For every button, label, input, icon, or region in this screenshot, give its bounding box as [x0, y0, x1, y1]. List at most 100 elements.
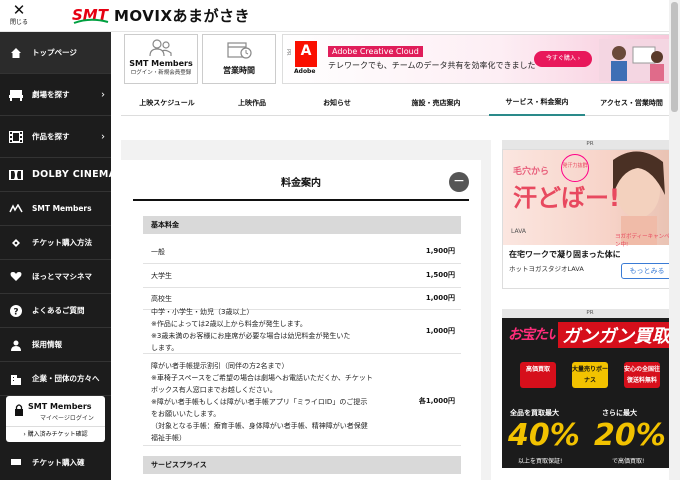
- question-icon: ?: [9, 304, 23, 318]
- section-header-basic: 基本料金: [143, 216, 461, 234]
- price-row: 一般 1,900円: [143, 240, 461, 264]
- title-divider: [133, 199, 469, 201]
- sidebar-item-label: 企業・団体の方々へ: [32, 374, 100, 383]
- adobe-logo: A: [295, 41, 317, 67]
- scrollbar-thumb[interactable]: [671, 2, 678, 112]
- members-card-sub: ログイン・新規会員登録: [130, 70, 192, 76]
- price-value: 1,000円: [425, 327, 455, 335]
- price-label: 中学・小学生・幼児（3歳以上） ※作品によっては2歳以上から料金が発生します。 …: [151, 308, 351, 352]
- dolby-icon: [9, 168, 23, 182]
- chevron-right-icon: ›: [101, 89, 105, 100]
- purchased-tickets-label: 購入済みチケット確認: [27, 431, 88, 438]
- price-row: 障がい者手帳提示割引（同伴の方2名まで） ※車椅子スペースをご希望の場合は劇場へ…: [143, 356, 461, 446]
- smt-logo[interactable]: SMT: [70, 3, 110, 27]
- sidebar-item-top[interactable]: トップページ: [0, 32, 111, 74]
- ad-headline: Adobe Creative Cloud: [328, 46, 423, 57]
- ad-headline: ガンガン買取: [558, 322, 674, 348]
- ad-caption: さらに最大: [602, 409, 637, 417]
- ticket-icon: [9, 455, 23, 469]
- tab-news[interactable]: お知らせ: [291, 90, 383, 116]
- ad-tile: 安心の全国往復送料無料: [624, 362, 660, 388]
- sidebar-item-ticket[interactable]: チケット購入方法: [0, 226, 111, 260]
- members-icon: [125, 35, 197, 59]
- sidebar-item-faq[interactable]: ? よくあるご質問: [0, 294, 111, 328]
- price-value: 1,500円: [425, 271, 455, 279]
- tab-access-hours[interactable]: アクセス・営業時間: [585, 90, 678, 116]
- adobe-brand: Adobe: [294, 68, 316, 75]
- sidebar-item-dolby[interactable]: DOLBY CINEMA: [0, 158, 116, 192]
- ad-body: テレワークでも、チームのデータ共有を効率化できました: [328, 61, 536, 70]
- price-row: 大学生 1,500円: [143, 264, 461, 288]
- close-menu-button[interactable]: ✕ 閉じる: [6, 3, 32, 29]
- ad-tile: 高価買取: [520, 362, 556, 388]
- theater-seat-icon: [9, 88, 23, 102]
- ad-pr-label: PR: [502, 309, 678, 318]
- sidebar-item-label: よくあるご質問: [32, 306, 85, 315]
- ad-pr-label: PR: [502, 140, 678, 149]
- tab-services-pricing[interactable]: サービス・料金案内: [489, 90, 585, 116]
- members-card-title: SMT Members: [129, 59, 193, 68]
- sidebar-item-label: チケット購入方法: [32, 238, 92, 247]
- ad-subcaption: 以上を買取保証!: [518, 458, 563, 465]
- ad-caption: 全品を買取最大: [510, 409, 559, 417]
- close-icon: ✕: [12, 1, 26, 19]
- price-label: 大学生: [151, 272, 172, 280]
- collapse-button[interactable]: −: [449, 172, 469, 192]
- price-value: 各1,000円: [418, 397, 455, 405]
- top-header: ✕ 閉じる SMT MOVIXあまがさき: [0, 0, 680, 32]
- ad-percent: 20%: [594, 418, 666, 453]
- buyback-ad[interactable]: お宝たいむ ガンガン買取 高価買取 大量売りボーナス 安心の全国往復送料無料 全…: [502, 318, 678, 468]
- sidebar-item-label: 採用情報: [32, 340, 62, 349]
- sidebar-item-label: SMT Members: [32, 204, 92, 213]
- tab-schedule[interactable]: 上映スケジュール: [121, 90, 213, 116]
- ad-badge: 発汗力抜群: [561, 154, 589, 182]
- ad-cta-button[interactable]: 今すぐ購入 ›: [534, 51, 592, 67]
- purchased-tickets-link[interactable]: › 購入済みチケット確認: [6, 426, 105, 442]
- sidebar-item-smt-members[interactable]: SMT Members: [0, 192, 111, 226]
- calendar-clock-icon: [203, 35, 275, 65]
- heart-icon: [9, 270, 23, 284]
- sidebar-item-mama-cinema[interactable]: ほっとママシネマ: [0, 260, 111, 294]
- close-label: 閉じる: [9, 19, 28, 26]
- sidebar-item-recruit[interactable]: 採用情報: [0, 328, 111, 362]
- ad-tile: 大量売りボーナス: [572, 362, 608, 388]
- sidebar-item-ticket-check[interactable]: チケット購入確: [0, 444, 111, 480]
- ticket-icon: [9, 236, 23, 250]
- sidebar-item-films[interactable]: 作品を探す ›: [0, 116, 111, 158]
- lock-icon: [14, 404, 24, 416]
- price-value: 1,900円: [425, 247, 455, 255]
- sidebar-item-theater[interactable]: 劇場を探す ›: [0, 74, 111, 116]
- members-login-box[interactable]: SMT Members マイページログイン › 購入済みチケット確認: [6, 396, 105, 442]
- section-header-service: サービスプライス: [143, 456, 461, 474]
- ad-subcaption: で高価買取!: [612, 458, 645, 465]
- pricing-title: 料金案内: [281, 178, 321, 189]
- smt-logo-icon: [9, 202, 23, 216]
- ad-pr-label: PR: [285, 49, 291, 56]
- ad-campaign-text: ヨガボディーキャンペーン中!: [615, 234, 676, 248]
- tab-facilities[interactable]: 施設・売店案内: [383, 90, 489, 116]
- sidebar-item-label: チケット購入確: [32, 457, 85, 467]
- lava-ad[interactable]: 毛穴から 汗どばー! 発汗力抜群 LAVA ヨガボディーキャンペーン中! 在宅ワ…: [502, 149, 678, 289]
- chevron-right-icon: ›: [101, 131, 105, 142]
- sidebar-item-label: トップページ: [32, 48, 77, 57]
- tab-films[interactable]: 上映作品: [213, 90, 291, 116]
- members-card[interactable]: SMT Members ログイン・新規会員登録: [124, 34, 198, 84]
- ad-caption-large: 汗どばー!: [513, 184, 620, 212]
- page-scrollbar[interactable]: [669, 0, 680, 480]
- ad-people-image: [599, 39, 669, 81]
- theater-tabs: 上映スケジュール 上映作品 お知らせ 施設・売店案内 サービス・料金案内 アクセ…: [121, 90, 678, 116]
- sidebar: トップページ 劇場を探す › 作品を探す › DOLBY CINEMA SMT …: [0, 32, 116, 480]
- hours-card[interactable]: 営業時間: [202, 34, 276, 84]
- price-label: 障がい者手帳提示割引（同伴の方2名まで） ※車椅子スペースをご希望の場合は劇場へ…: [151, 362, 373, 442]
- site-title: MOVIXあまがさき: [114, 7, 251, 25]
- members-sub: マイページログイン: [40, 415, 94, 422]
- home-icon: [9, 46, 23, 60]
- see-more-button[interactable]: もっとみる: [621, 263, 673, 279]
- sidebar-item-label: 作品を探す: [32, 132, 70, 141]
- person-icon: [9, 338, 23, 352]
- members-title: SMT Members: [28, 402, 92, 411]
- sidebar-item-corporate[interactable]: 企業・団体の方々へ: [0, 362, 111, 396]
- adobe-ad-banner[interactable]: PR A Adobe Adobe Creative Cloud テレワークでも、…: [282, 34, 677, 84]
- ad-caption: 毛穴から: [513, 167, 550, 177]
- building-icon: [9, 372, 23, 386]
